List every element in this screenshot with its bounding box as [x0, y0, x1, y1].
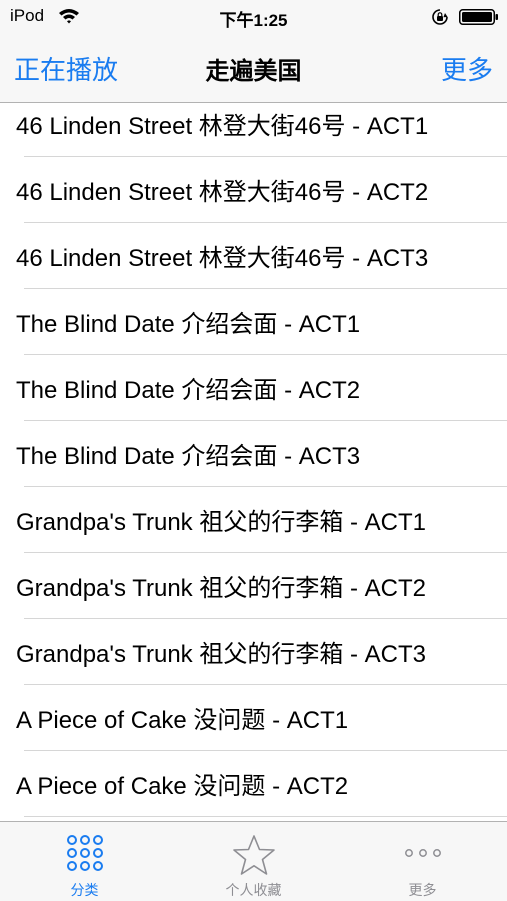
navigation-bar: 正在播放 走遍美国 更多 — [0, 34, 507, 103]
list-item[interactable]: The Blind Date 介绍会面 - ACT3 — [0, 421, 507, 487]
list-item-label: Grandpa's Trunk 祖父的行李箱 - ACT2 — [16, 575, 427, 602]
more-button[interactable]: 更多 — [441, 50, 493, 87]
list-item-label: 46 Linden Street 林登大街46号 - ACT1 — [16, 113, 429, 140]
star-icon — [232, 835, 275, 875]
tab-label: 分类 — [70, 883, 99, 899]
list-item-label: Grandpa's Trunk 祖父的行李箱 - ACT1 — [16, 509, 427, 536]
list-item-label: 46 Linden Street 林登大街46号 - ACT3 — [16, 245, 429, 272]
list-item[interactable]: 46 Linden Street 林登大街46号 - ACT2 — [0, 157, 507, 223]
tab-more[interactable]: 更多 — [338, 822, 507, 901]
tab-favorites[interactable]: 个人收藏 — [169, 822, 338, 901]
status-bar: iPod 下午1:25 — [0, 0, 507, 34]
list-item[interactable]: A Piece of Cake 没问题 - ACT1 — [0, 685, 507, 751]
list-item[interactable]: Grandpa's Trunk 祖父的行李箱 - ACT2 — [0, 553, 507, 619]
battery-icon — [459, 9, 498, 25]
grid-icon — [66, 835, 103, 871]
list-item-label: A Piece of Cake 没问题 - ACT2 — [16, 773, 349, 800]
rotation-lock-icon — [432, 9, 448, 25]
list-item[interactable]: 46 Linden Street 林登大街46号 - ACT3 — [0, 223, 507, 289]
tab-label: 更多 — [408, 883, 437, 899]
list-item[interactable]: The Blind Date 介绍会面 - ACT1 — [0, 289, 507, 355]
list-item[interactable]: A Piece of Cake 没问题 - ACT2 — [0, 751, 507, 817]
more-icon — [404, 849, 441, 857]
tab-label: 个人收藏 — [225, 883, 282, 899]
list-item-label: The Blind Date 介绍会面 - ACT2 — [16, 377, 361, 404]
list-item[interactable]: Grandpa's Trunk 祖父的行李箱 - ACT3 — [0, 619, 507, 685]
row-divider — [24, 816, 507, 817]
list-item[interactable]: Grandpa's Trunk 祖父的行李箱 - ACT1 — [0, 487, 507, 553]
list-item[interactable]: The Blind Date 介绍会面 - ACT2 — [0, 355, 507, 421]
list-item-label: Grandpa's Trunk 祖父的行李箱 - ACT3 — [16, 641, 427, 668]
list-item[interactable]: 46 Linden Street 林登大街46号 - ACT1 — [0, 103, 507, 157]
tab-categories[interactable]: 分类 — [0, 822, 169, 901]
list-item-label: A Piece of Cake 没问题 - ACT1 — [16, 707, 349, 734]
list-item-label: The Blind Date 介绍会面 - ACT1 — [16, 311, 361, 338]
lesson-list[interactable]: 46 Linden Street 林登大街46号 - ACT1 46 Linde… — [0, 103, 507, 821]
tab-bar: 分类 个人收藏 更多 — [0, 821, 507, 901]
page-title: 走遍美国 — [205, 57, 302, 85]
list-item-label: The Blind Date 介绍会面 - ACT3 — [16, 443, 361, 470]
list-item-label: 46 Linden Street 林登大街46号 - ACT2 — [16, 179, 429, 206]
